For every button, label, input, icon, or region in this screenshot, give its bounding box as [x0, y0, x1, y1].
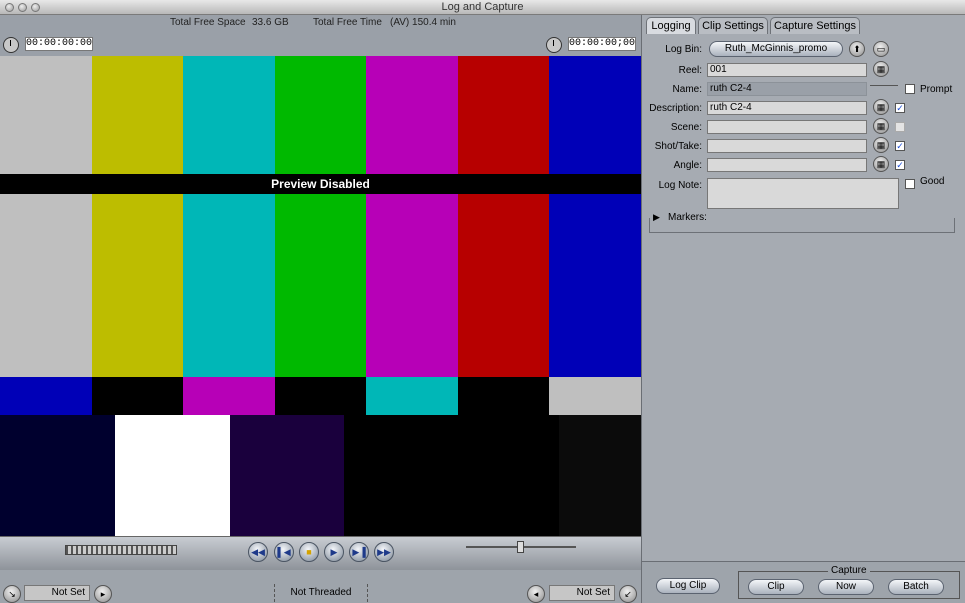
color-bar: [366, 56, 458, 377]
slate-icon[interactable]: ▦: [873, 156, 889, 172]
pluge-bar: [230, 415, 344, 536]
log-clip-button[interactable]: Log Clip: [656, 578, 720, 594]
clock-icon: [546, 37, 562, 53]
reverse-bar: [183, 377, 275, 415]
go-to-in-icon[interactable]: ↘: [3, 585, 21, 603]
tab-clip-settings[interactable]: Clip Settings: [698, 17, 768, 34]
preview-disabled-banner: Preview Disabled: [0, 174, 641, 194]
shot-take-field[interactable]: [707, 139, 867, 153]
window-title: Log and Capture: [441, 1, 524, 13]
mark-out-icon[interactable]: ◂: [527, 585, 545, 603]
tab-logging[interactable]: Logging: [646, 17, 696, 34]
close-window-icon[interactable]: [5, 3, 14, 12]
good-label: Good: [920, 176, 945, 187]
scene-checkbox[interactable]: [895, 122, 905, 132]
color-bar: [275, 56, 367, 377]
reverse-bar: [366, 377, 458, 415]
reel-field[interactable]: 001: [707, 63, 867, 77]
in-point-field[interactable]: Not Set: [24, 585, 90, 601]
scene-field[interactable]: [707, 120, 867, 134]
slate-icon[interactable]: ▦: [873, 118, 889, 134]
prompt-checkbox[interactable]: [905, 84, 915, 94]
color-bar: [549, 56, 641, 377]
slate-icon[interactable]: ▦: [873, 61, 889, 77]
log-note-label: Log Note:: [658, 180, 702, 191]
zoom-window-icon[interactable]: [31, 3, 40, 12]
angle-field[interactable]: [707, 158, 867, 172]
minimize-window-icon[interactable]: [18, 3, 27, 12]
capture-group-label: Capture: [828, 565, 870, 576]
tab-capture-settings[interactable]: Capture Settings: [770, 17, 860, 34]
free-time-value: (AV) 150.4 min: [390, 17, 456, 28]
log-bin-label: Log Bin:: [665, 44, 702, 55]
color-bar: [183, 56, 275, 377]
jog-control[interactable]: [65, 545, 177, 555]
color-bars: Preview Disabled: [0, 56, 641, 536]
mark-in-icon[interactable]: ▸: [94, 585, 112, 603]
shot-take-label: Shot/Take:: [654, 141, 702, 152]
step-back-icon[interactable]: ▌◀: [274, 542, 294, 562]
step-forward-icon[interactable]: ▶▐: [349, 542, 369, 562]
good-checkbox[interactable]: [905, 179, 915, 189]
color-bar: [92, 56, 184, 377]
capture-clip-button[interactable]: Clip: [748, 579, 804, 595]
threading-status: Not Threaded: [274, 584, 368, 602]
title-bar: Log and Capture: [0, 0, 965, 15]
free-time-label: Total Free Time: [313, 17, 382, 28]
log-bin-button[interactable]: Ruth_McGinnis_promo: [709, 41, 843, 57]
prompt-arrow-icon: [870, 85, 898, 86]
reverse-bar: [92, 377, 184, 415]
pluge-bar: [115, 415, 230, 536]
capture-batch-button[interactable]: Batch: [888, 579, 944, 595]
reel-label: Reel:: [678, 65, 702, 76]
pluge-bar: [344, 415, 519, 536]
play-icon[interactable]: ▶: [324, 542, 344, 562]
color-bar: [458, 56, 550, 377]
transport-bar: ◀◀ ▌◀ ■ ▶ ▶▐ ▶▶: [0, 536, 641, 570]
markers-label: Markers:: [668, 212, 710, 223]
scene-label: Scene:: [670, 122, 702, 133]
disclosure-triangle-icon[interactable]: ▶: [653, 212, 660, 223]
free-space-label: Total Free Space: [170, 17, 246, 28]
pluge-bar: [0, 415, 115, 536]
up-level-icon[interactable]: ⬆: [849, 41, 865, 57]
clock-icon: [3, 37, 19, 53]
description-label: Description:: [649, 103, 702, 114]
timecode-duration[interactable]: 00:00:00:00: [25, 37, 93, 51]
name-field: ruth C2-4: [707, 82, 867, 96]
viewer-footer: ↘ Not Set ▸ Not Threaded ◂ Not Set ↙: [0, 570, 641, 603]
rewind-icon[interactable]: ◀◀: [248, 542, 268, 562]
capture-now-button[interactable]: Now: [818, 579, 874, 595]
name-label: Name:: [672, 84, 702, 95]
go-to-out-icon[interactable]: ↙: [619, 585, 637, 603]
reverse-bar: [0, 377, 92, 415]
angle-checkbox[interactable]: ✓: [895, 160, 905, 170]
viewer-panel: Total Free Space 33.6 GB Total Free Time…: [0, 15, 641, 603]
angle-label: Angle:: [673, 160, 702, 171]
markers-section: ▶ Markers:: [649, 212, 955, 233]
timecode-current[interactable]: 00:00:00;00: [568, 37, 636, 51]
color-bar: [0, 56, 92, 377]
reverse-bar: [275, 377, 367, 415]
logging-panel: Logging Clip Settings Capture Settings L…: [641, 15, 965, 603]
folder-icon[interactable]: ▭: [873, 41, 889, 57]
shuttle-slider[interactable]: [517, 541, 524, 553]
reverse-bar: [458, 377, 550, 415]
pluge-bar: [519, 415, 559, 536]
description-field[interactable]: ruth C2-4: [707, 101, 867, 115]
shot-take-checkbox[interactable]: ✓: [895, 141, 905, 151]
pluge-bar: [559, 415, 641, 536]
fast-forward-icon[interactable]: ▶▶: [374, 542, 394, 562]
log-note-field[interactable]: [707, 178, 899, 209]
out-point-field[interactable]: Not Set: [549, 585, 615, 601]
free-space-value: 33.6 GB: [252, 17, 289, 28]
description-checkbox[interactable]: ✓: [895, 103, 905, 113]
reverse-bar: [549, 377, 641, 415]
slate-icon[interactable]: ▦: [873, 137, 889, 153]
slate-icon[interactable]: ▦: [873, 99, 889, 115]
stop-icon[interactable]: ■: [299, 542, 319, 562]
prompt-label: Prompt: [920, 84, 953, 95]
